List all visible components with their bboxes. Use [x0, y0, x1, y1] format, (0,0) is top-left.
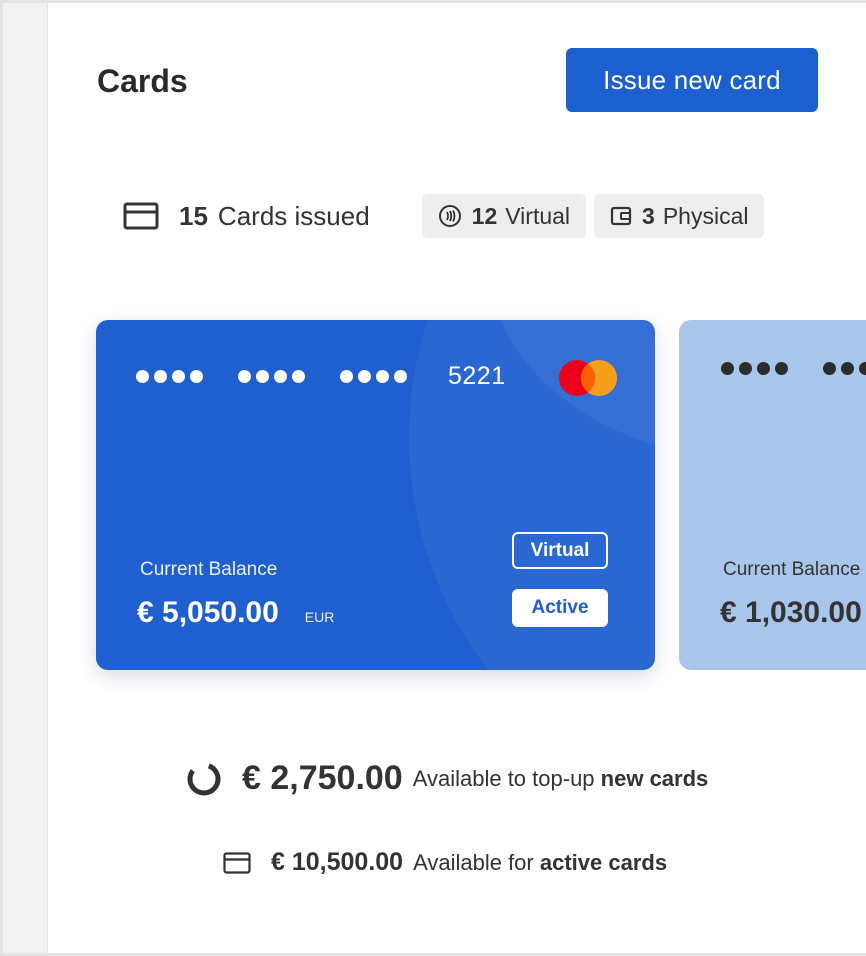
sidebar-strip	[3, 3, 48, 953]
active-bold: active cards	[539, 849, 668, 875]
wallet-icon	[610, 205, 632, 227]
topup-bold: new cards	[600, 765, 709, 791]
topup-text: Available to top-up	[412, 765, 595, 791]
card-secondary[interactable]: Current Balance € 1,030.00	[679, 320, 866, 670]
cards-page: Cards Issue new card 15 Cards issued 12 …	[0, 0, 866, 956]
mastercard-logo	[559, 360, 617, 396]
progress-ring-icon	[186, 761, 222, 797]
credit-card-icon	[223, 851, 251, 874]
current-balance-label: Current Balance	[723, 559, 861, 580]
cards-issued-stat: 15 Cards issued	[123, 201, 370, 232]
issue-new-card-button[interactable]: Issue new card	[566, 48, 818, 112]
virtual-count: 12	[471, 202, 498, 229]
credit-card-icon	[123, 202, 159, 230]
card-status-badge: Active	[512, 589, 608, 627]
masked-card-number: 5221	[136, 362, 506, 391]
currency-code: EUR	[304, 609, 335, 625]
active-text: Available for	[413, 849, 534, 875]
page-title: Cards	[97, 63, 188, 99]
cards-issued-label: Cards issued	[217, 200, 370, 231]
balance-value: € 5,050.00	[137, 596, 279, 629]
card-virtual-5221[interactable]: 5221 Current Balance € 5,050.00 EUR Virt…	[96, 320, 655, 670]
card-type-badge: Virtual	[512, 532, 608, 569]
topup-amount: € 2,750.00	[242, 759, 403, 797]
current-balance-label: Current Balance	[140, 559, 278, 580]
active-amount: € 10,500.00	[271, 848, 404, 876]
card-stats-row: 15 Cards issued 12 Virtual 3 Physical	[123, 194, 772, 238]
active-cards-summary: € 10,500.00 Available for active cards	[223, 848, 667, 877]
physical-count: 3	[642, 202, 655, 229]
current-balance-amount: € 5,050.00 EUR	[137, 596, 334, 630]
masked-card-number	[721, 362, 866, 375]
virtual-label: Virtual	[505, 202, 571, 229]
physical-label: Physical	[662, 202, 749, 229]
cards-issued-count: 15	[179, 200, 208, 231]
current-balance-amount: € 1,030.00	[720, 596, 862, 630]
topup-summary: € 2,750.00 Available to top-up new cards	[186, 759, 708, 798]
virtual-cards-chip[interactable]: 12 Virtual	[421, 194, 587, 238]
card-last4: 5221	[448, 362, 506, 390]
contactless-icon	[438, 204, 462, 228]
physical-cards-chip[interactable]: 3 Physical	[594, 194, 765, 238]
balance-value: € 1,030.00	[720, 596, 862, 629]
